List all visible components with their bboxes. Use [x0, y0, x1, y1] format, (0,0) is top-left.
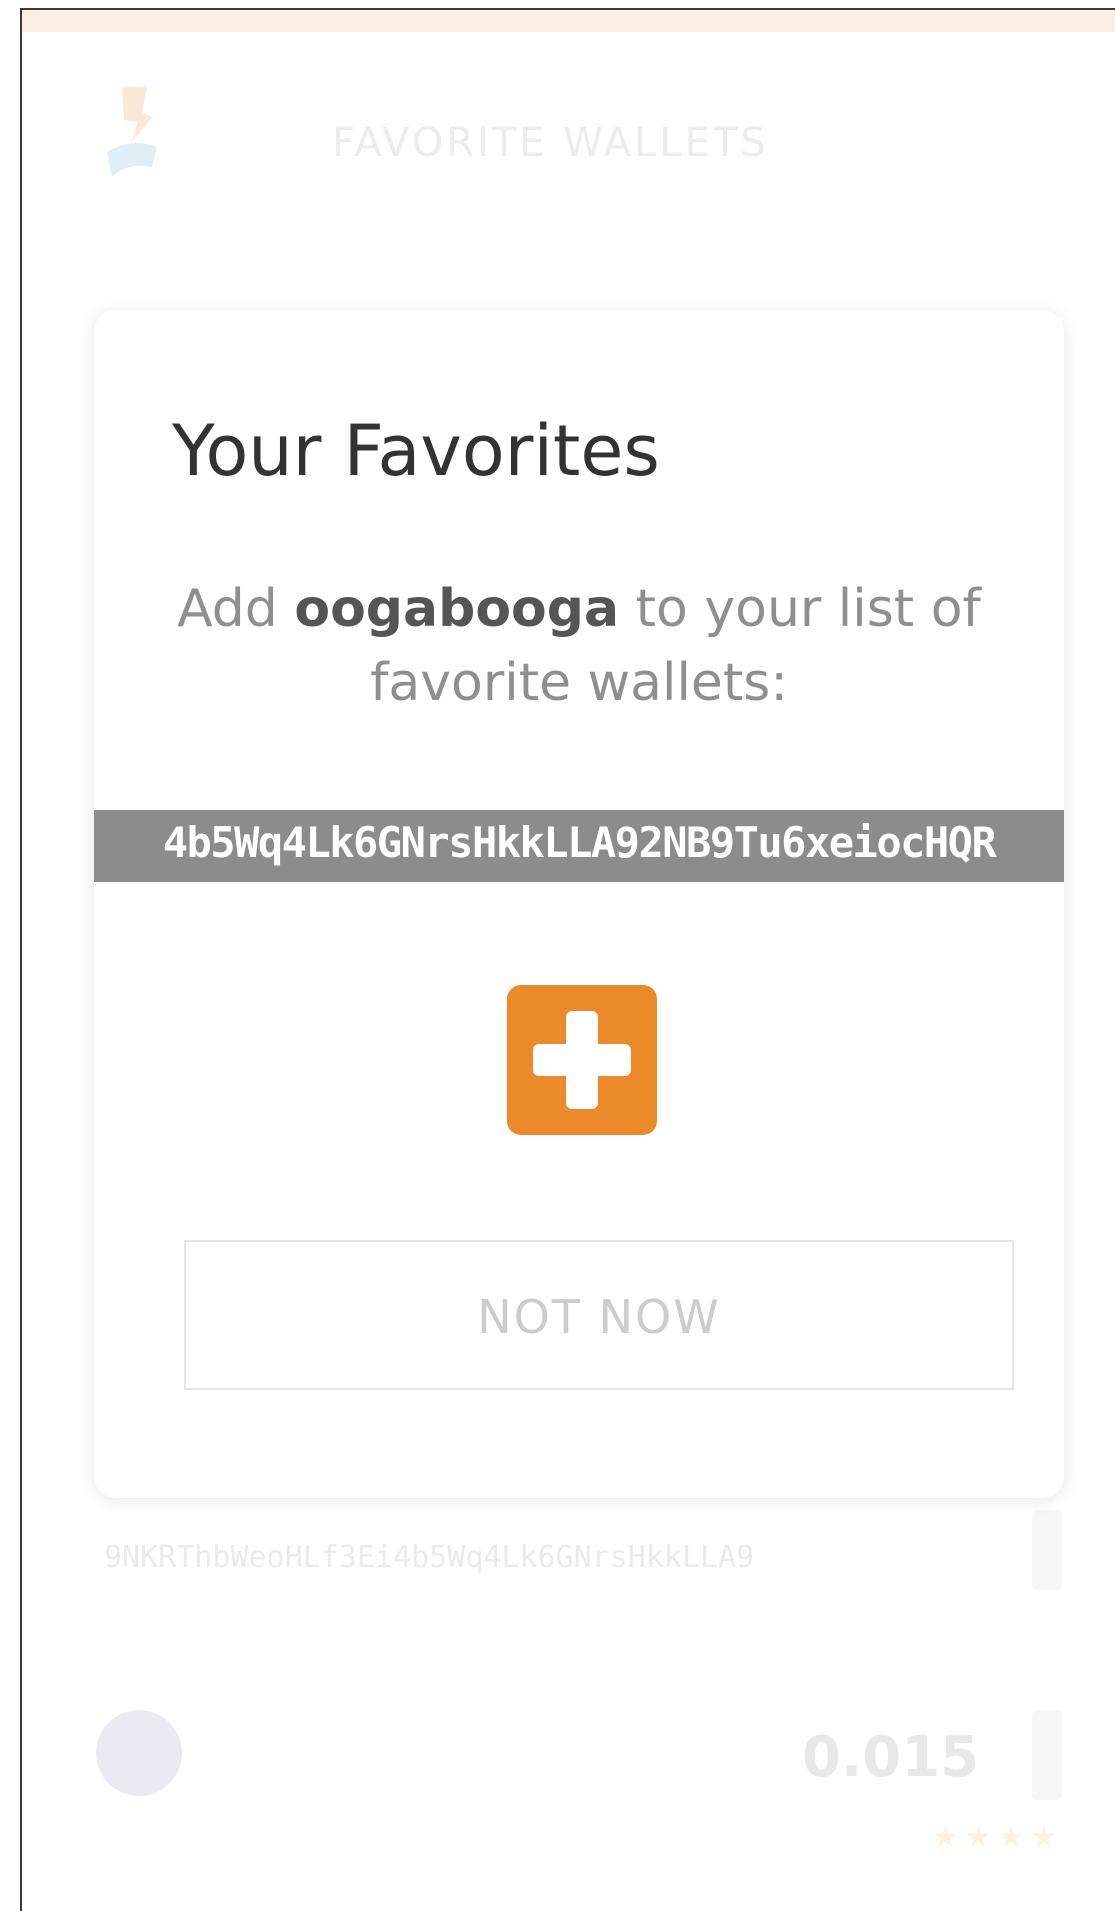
wallet-address-bar: 4b5Wq4Lk6GNrsHkkLLA92NB9Tu6xeiocHQR [94, 810, 1064, 882]
header-title: FAVORITE WALLETS [332, 120, 769, 166]
background-copy-button [1032, 1510, 1062, 1590]
app-frame: FAVORITE WALLETS 9NKRThbWeoHLf3Ei4b5Wq4L… [20, 8, 1115, 1911]
background-wallet-address: 9NKRThbWeoHLf3Ei4b5Wq4Lk6GNrsHkkLLA9 [104, 1540, 755, 1575]
app-logo-icon [107, 87, 157, 177]
desc-prefix: Add [177, 579, 295, 639]
background-header: FAVORITE WALLETS [22, 32, 1115, 222]
modal-title: Your Favorites [172, 410, 660, 492]
favorites-modal: Your Favorites Add oogabooga to your lis… [94, 310, 1064, 1498]
background-avatar-icon [96, 1710, 182, 1796]
add-favorite-button[interactable] [507, 985, 657, 1135]
background-side-control [1032, 1710, 1062, 1800]
not-now-label: NOT NOW [477, 1290, 721, 1344]
wallet-name: oogabooga [294, 579, 620, 639]
background-rating-stars: ★★★★ [932, 1820, 1064, 1855]
background-balance: 0.015 [802, 1725, 980, 1790]
modal-description: Add oogabooga to your list of favorite w… [144, 572, 1014, 720]
top-strip [22, 10, 1115, 32]
not-now-button[interactable]: NOT NOW [184, 1240, 1014, 1390]
wallet-address: 4b5Wq4Lk6GNrsHkkLLA92NB9Tu6xeiocHQR [162, 818, 997, 867]
